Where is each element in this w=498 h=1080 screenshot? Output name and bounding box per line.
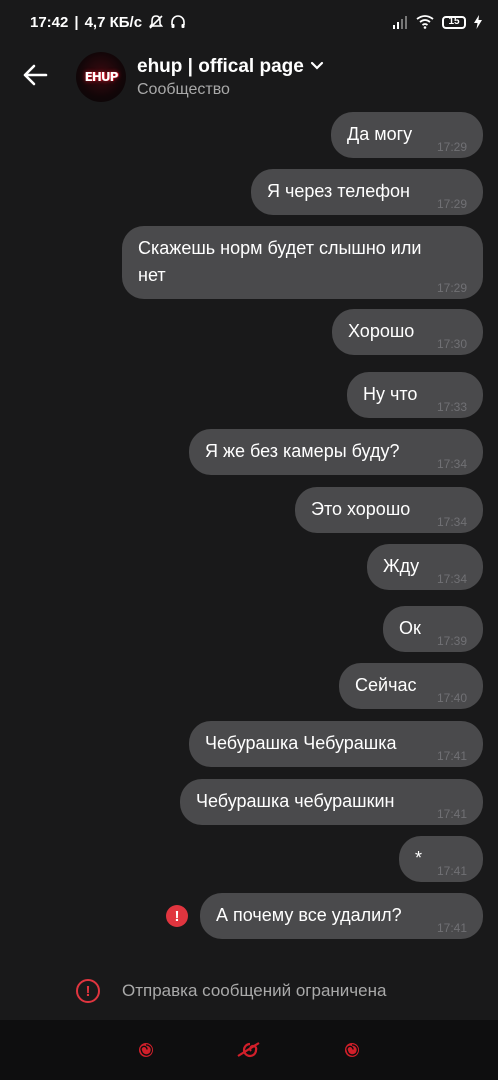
message-bubble[interactable]: Да могу 17:29 [331, 112, 483, 158]
status-time: 17:42 [30, 13, 69, 31]
restriction-notice: ! Отправка сообщений ограничена [0, 966, 498, 1016]
restriction-text: Отправка сообщений ограничена [122, 981, 387, 1000]
message-bubble[interactable]: Скажешь норм будет слышно или нет 17:29 [122, 226, 483, 299]
title-row: ehup | offical page [137, 56, 324, 78]
battery-icon: 15 [442, 15, 466, 29]
message-text: Чебурашка чебурашкин [196, 791, 395, 811]
message-time: 17:29 [436, 197, 467, 211]
message-text: А почему все удалил? [216, 905, 402, 925]
message-bubble[interactable]: Жду 17:34 [367, 544, 483, 590]
chat-title: ehup | offical page [137, 55, 304, 77]
message-bubble[interactable]: Я же без камеры буду? 17:34 [189, 429, 483, 475]
message-time: 17:41 [436, 864, 467, 878]
message-time: 17:39 [436, 634, 467, 648]
bell-off-icon [148, 14, 164, 30]
back-button[interactable] [0, 49, 70, 105]
message-bubble[interactable]: Я через телефон 17:29 [251, 169, 483, 215]
message-bubble[interactable]: Чебурашка чебурашкин 17:41 [180, 779, 483, 825]
message-bubble-failed[interactable]: А почему все удалил? 17:41 [200, 893, 483, 939]
message-bubble[interactable]: Хорошо 17:30 [332, 309, 483, 355]
message-time: 17:29 [436, 140, 467, 154]
message-bubble[interactable]: Сейчас 17:40 [339, 663, 483, 709]
message-time: 17:30 [436, 337, 467, 351]
message-time: 17:34 [436, 515, 467, 529]
chat-subtitle: Сообщество [137, 80, 230, 98]
message-bubble[interactable]: Ну что 17:33 [347, 372, 483, 418]
status-bar: 17:42 | 4,7 КБ/с 15 [0, 0, 498, 44]
message-time: 17:33 [436, 400, 467, 414]
avatar-logo: EHUP [84, 70, 119, 84]
swirl-icon[interactable] [138, 1042, 154, 1058]
charging-icon [474, 15, 482, 29]
swirl-icon[interactable] [344, 1042, 360, 1058]
signal-icon [392, 15, 408, 29]
message-time: 17:41 [436, 749, 467, 763]
send-failed-icon[interactable]: ! [166, 905, 188, 927]
message-time: 17:41 [436, 921, 467, 935]
message-bubble[interactable]: Это хорошо 17:34 [295, 487, 483, 533]
network-speed: 4,7 КБ/с [84, 13, 143, 31]
headset-icon [170, 14, 186, 30]
message-text: Я же без камеры буду? [205, 441, 400, 461]
chat-title-block[interactable]: ehup | offical page Сообщество [137, 56, 324, 99]
message-time: 17:41 [436, 807, 467, 821]
chevron-down-icon [310, 58, 324, 76]
message-bubble[interactable]: Чебурашка Чебурашка 17:41 [189, 721, 483, 767]
message-bubble[interactable]: * 17:41 [399, 836, 483, 882]
message-bubble[interactable]: Ок 17:39 [383, 606, 483, 652]
message-time: 17:34 [436, 572, 467, 586]
message-text: Чебурашка Чебурашка [205, 733, 397, 753]
chat-header: EHUP ehup | offical page Сообщество [0, 44, 498, 110]
message-time: 17:29 [436, 281, 467, 295]
alert-circle-icon: ! [76, 979, 100, 1003]
avatar[interactable]: EHUP [76, 52, 126, 102]
arrow-left-icon [22, 64, 48, 91]
message-time: 17:34 [436, 457, 467, 471]
message-text: Скажешь норм будет слышно или нет [138, 238, 422, 285]
status-bar-right: 15 [392, 15, 482, 29]
message-time: 17:40 [436, 691, 467, 705]
wifi-icon [416, 15, 434, 29]
status-bar-left: 17:42 | 4,7 КБ/с [30, 14, 186, 31]
leaf-village-icon[interactable] [237, 1042, 263, 1058]
